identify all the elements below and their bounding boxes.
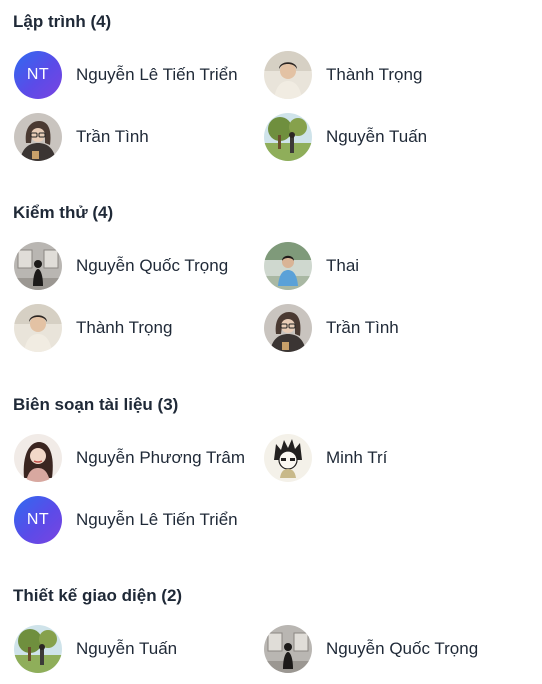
member-item[interactable]: NT Nguyễn Lê Tiến Triển <box>14 495 238 545</box>
avatar <box>264 113 312 161</box>
member-name: Nguyễn Tuấn <box>326 127 428 146</box>
avatar <box>264 242 312 290</box>
member-name: Nguyễn Lê Tiến Triển <box>76 65 238 84</box>
avatar-anime-sketch-image <box>264 434 312 482</box>
member-item[interactable]: Nguyễn Tuấn <box>14 624 177 674</box>
member-name: Nguyễn Lê Tiến Triển <box>76 510 238 529</box>
avatar-initials: NT <box>26 511 50 528</box>
member-name: Nguyễn Tuấn <box>76 639 178 658</box>
member-item[interactable]: Thai <box>264 241 359 291</box>
avatar <box>14 434 62 482</box>
member-item[interactable]: Nguyễn Quốc Trọng <box>264 624 478 674</box>
member-name: Thành Trọng <box>326 65 423 84</box>
avatar-boy-sweater-image <box>14 304 62 352</box>
member-name: Thành Trọng <box>76 318 173 337</box>
member-item[interactable]: Nguyễn Tuấn <box>264 112 427 162</box>
member-name: Minh Trí <box>326 448 388 467</box>
avatar-boy-outdoor-image <box>264 242 312 290</box>
avatar <box>14 113 62 161</box>
member-item[interactable]: Minh Trí <box>264 433 387 483</box>
avatar-girl-portrait-image <box>14 434 62 482</box>
avatar-outdoor-tree-image <box>14 625 62 673</box>
avatar-initials: NT <box>26 66 50 83</box>
group-title: Biên soạn tài liệu (3) <box>13 395 179 414</box>
avatar-gallery-silhouette-image <box>14 242 62 290</box>
avatar <box>14 304 62 352</box>
member-name: Trần Tình <box>326 318 399 337</box>
avatar-girl-glasses-image <box>14 113 62 161</box>
avatar-girl-glasses-image <box>264 304 312 352</box>
member-name: Nguyễn Phương Trâm <box>76 448 245 467</box>
member-item[interactable]: Thành Trọng <box>14 303 172 353</box>
member-item[interactable]: Nguyễn Quốc Trọng <box>14 241 228 291</box>
avatar-outdoor-tree-image <box>264 113 312 161</box>
avatar <box>264 434 312 482</box>
group-title: Thiết kế giao diện (2) <box>13 586 183 605</box>
member-item[interactable]: Trần Tình <box>14 112 149 162</box>
avatar: NT <box>14 496 62 544</box>
group-title: Kiểm thử (4) <box>13 203 114 222</box>
avatar <box>264 625 312 673</box>
member-item[interactable]: Thành Trọng <box>264 50 422 100</box>
member-groups-panel: Lập trình (4) NT Nguyễn Lê Tiến Triển Th… <box>0 0 542 684</box>
avatar <box>264 304 312 352</box>
member-name: Trần Tình <box>76 127 149 146</box>
member-name: Thai <box>326 256 360 275</box>
member-item[interactable]: Nguyễn Phương Trâm <box>14 433 245 483</box>
member-item[interactable]: Trần Tình <box>264 303 399 353</box>
avatar-gallery-silhouette-image <box>264 625 312 673</box>
member-name: Nguyễn Quốc Trọng <box>76 256 229 275</box>
avatar <box>14 625 62 673</box>
member-item[interactable]: NT Nguyễn Lê Tiến Triển <box>14 50 238 100</box>
avatar: NT <box>14 51 62 99</box>
avatar <box>264 51 312 99</box>
avatar <box>14 242 62 290</box>
group-title: Lập trình (4) <box>13 12 112 31</box>
avatar-boy-sweater-image <box>264 51 312 99</box>
member-name: Nguyễn Quốc Trọng <box>326 639 479 658</box>
